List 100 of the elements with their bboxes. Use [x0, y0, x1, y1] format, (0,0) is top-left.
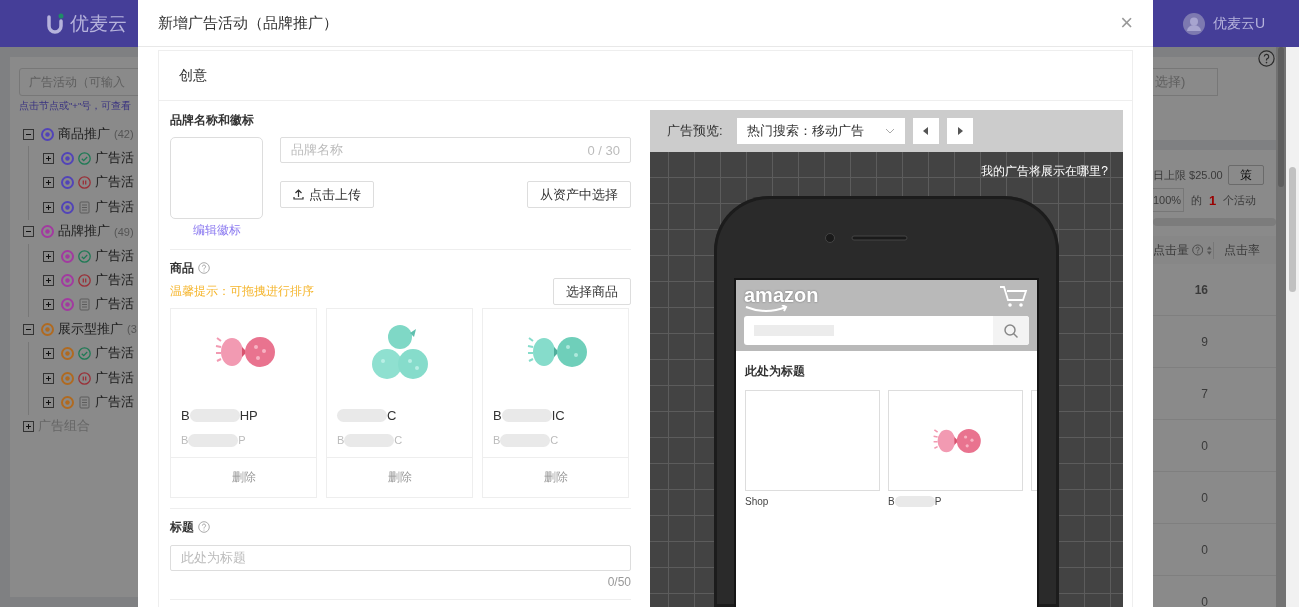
scrollbar-thumb[interactable]	[1278, 47, 1284, 187]
document-icon	[78, 396, 91, 409]
next-button[interactable]	[946, 118, 973, 144]
campaign-type-icon	[61, 176, 74, 190]
campaign-type-icon	[61, 396, 74, 409]
delete-button[interactable]: 删除	[387, 469, 412, 486]
tree-node[interactable]: 广告活	[95, 174, 134, 192]
product-code: B	[493, 407, 502, 423]
tree-node[interactable]: 商品推广	[58, 125, 110, 143]
expand-toggle[interactable]	[43, 397, 54, 408]
product-card[interactable]: C B C 删除	[326, 308, 473, 498]
tree-node[interactable]: 品牌推广	[58, 223, 110, 241]
document-icon	[78, 298, 91, 312]
campaign-type-icon	[61, 200, 74, 214]
table-cell-text: 0	[1200, 542, 1208, 557]
label-text: 个活动	[1223, 192, 1257, 208]
label-text: 的	[1191, 192, 1202, 208]
field-label: 品牌名称和徽标	[170, 111, 254, 129]
expand-toggle[interactable]	[43, 275, 54, 287]
triangle-right-icon	[956, 127, 963, 135]
expand-toggle[interactable]	[43, 201, 54, 213]
table-cell-text: 0	[1200, 594, 1208, 607]
table-cell-text: 7	[1200, 386, 1208, 401]
help-icon	[198, 262, 210, 274]
store-logo: amazon	[744, 285, 819, 313]
product-id: B	[493, 434, 501, 446]
placement-dropdown[interactable]: 热门搜索：移动广告	[736, 118, 905, 144]
tree-node[interactable]: 展示型推广	[58, 320, 123, 338]
tree-node[interactable]: 广告活	[95, 247, 134, 265]
collapse-toggle[interactable]	[23, 128, 34, 140]
tree-node[interactable]: 广告活	[95, 198, 134, 216]
tree-node[interactable]: 广告活	[95, 150, 134, 168]
user-name[interactable]: 优麦云U	[1212, 14, 1265, 33]
campaign-type-icon	[61, 298, 74, 312]
section-title: 创意	[179, 66, 207, 85]
tree-node[interactable]: 广告活	[95, 296, 134, 314]
campaign-type-icon	[61, 371, 74, 385]
tree-node[interactable]: 广告活	[95, 272, 134, 290]
product-card[interactable]: B IC B C 删除	[482, 308, 629, 498]
help-link[interactable]: 我的广告将展示在哪里?	[981, 164, 1108, 178]
pause-circle-icon	[78, 274, 91, 288]
character-counter: 0/50	[606, 575, 631, 589]
delete-button[interactable]: 删除	[543, 469, 568, 486]
dialog-title: 新增广告活动（品牌推广）	[158, 13, 338, 33]
search-button[interactable]	[993, 316, 1029, 345]
expand-toggle[interactable]	[43, 250, 54, 262]
help-icon[interactable]	[1258, 50, 1275, 67]
logo-icon	[46, 12, 64, 35]
character-counter: 0 / 30	[587, 142, 620, 158]
product-id: C	[394, 434, 403, 446]
collapse-toggle[interactable]	[23, 323, 34, 335]
expand-toggle[interactable]	[43, 372, 54, 384]
product-code: IC	[551, 407, 565, 423]
edit-logo-link[interactable]: 编辑徽标	[192, 222, 241, 239]
column-header[interactable]: 点击量	[1153, 241, 1189, 259]
delete-button[interactable]: 删除	[231, 469, 256, 486]
expand-toggle[interactable]	[43, 153, 54, 165]
upload-icon	[293, 189, 304, 200]
campaign-type-icon	[61, 347, 74, 361]
product-id: P	[238, 434, 246, 446]
ad-headline: 此处为标题	[745, 363, 806, 380]
product-card[interactable]: B HP B P 删除	[170, 308, 317, 498]
expand-toggle[interactable]	[43, 177, 54, 189]
product-code: HP	[239, 407, 258, 423]
collapse-toggle[interactable]	[23, 226, 34, 238]
tree-node[interactable]: 广告活	[95, 345, 134, 363]
product-code: B	[181, 407, 190, 423]
tile-label: B	[888, 495, 895, 507]
close-button[interactable]: ×	[1120, 12, 1133, 34]
campaign-type-icon	[61, 274, 74, 288]
select-products-button[interactable]: 选择商品	[553, 278, 631, 305]
upload-button[interactable]: 点击上传	[280, 181, 374, 208]
strategy-button[interactable]: 策	[1227, 165, 1264, 185]
tree-node[interactable]: 广告活	[95, 369, 134, 387]
campaign-type-icon	[61, 152, 74, 166]
table-cell-text: 16	[1193, 282, 1208, 297]
select-from-assets-button[interactable]: 从资产中选择	[527, 181, 631, 208]
horizontal-scrollbar[interactable]	[1153, 218, 1276, 226]
product-id: B	[337, 434, 345, 446]
pause-circle-icon	[78, 371, 91, 385]
campaign-type-icon	[61, 249, 74, 263]
tree-node[interactable]: 广告活	[95, 394, 134, 411]
triangle-left-icon	[922, 127, 929, 135]
table-cell-text: 0	[1200, 438, 1208, 453]
expand-toggle[interactable]	[43, 299, 54, 311]
hint-text: 点击节点或"+"号，可查看	[19, 100, 133, 113]
preview-label: 广告预览:	[667, 122, 723, 140]
product-id: C	[550, 434, 559, 446]
expand-toggle[interactable]	[43, 348, 54, 360]
chevron-down-icon	[884, 128, 895, 134]
scrollbar-thumb[interactable]	[1289, 167, 1296, 292]
avatar-icon[interactable]	[1182, 12, 1205, 35]
check-circle-icon	[78, 152, 91, 166]
help-icon	[1192, 244, 1204, 256]
app-logo: 优麦云	[70, 11, 127, 36]
previous-button[interactable]	[912, 118, 939, 144]
table-cell-text: 9	[1200, 334, 1208, 349]
pause-circle-icon	[78, 176, 91, 190]
column-header[interactable]: 点击率	[1224, 242, 1260, 257]
check-circle-icon	[78, 249, 91, 263]
